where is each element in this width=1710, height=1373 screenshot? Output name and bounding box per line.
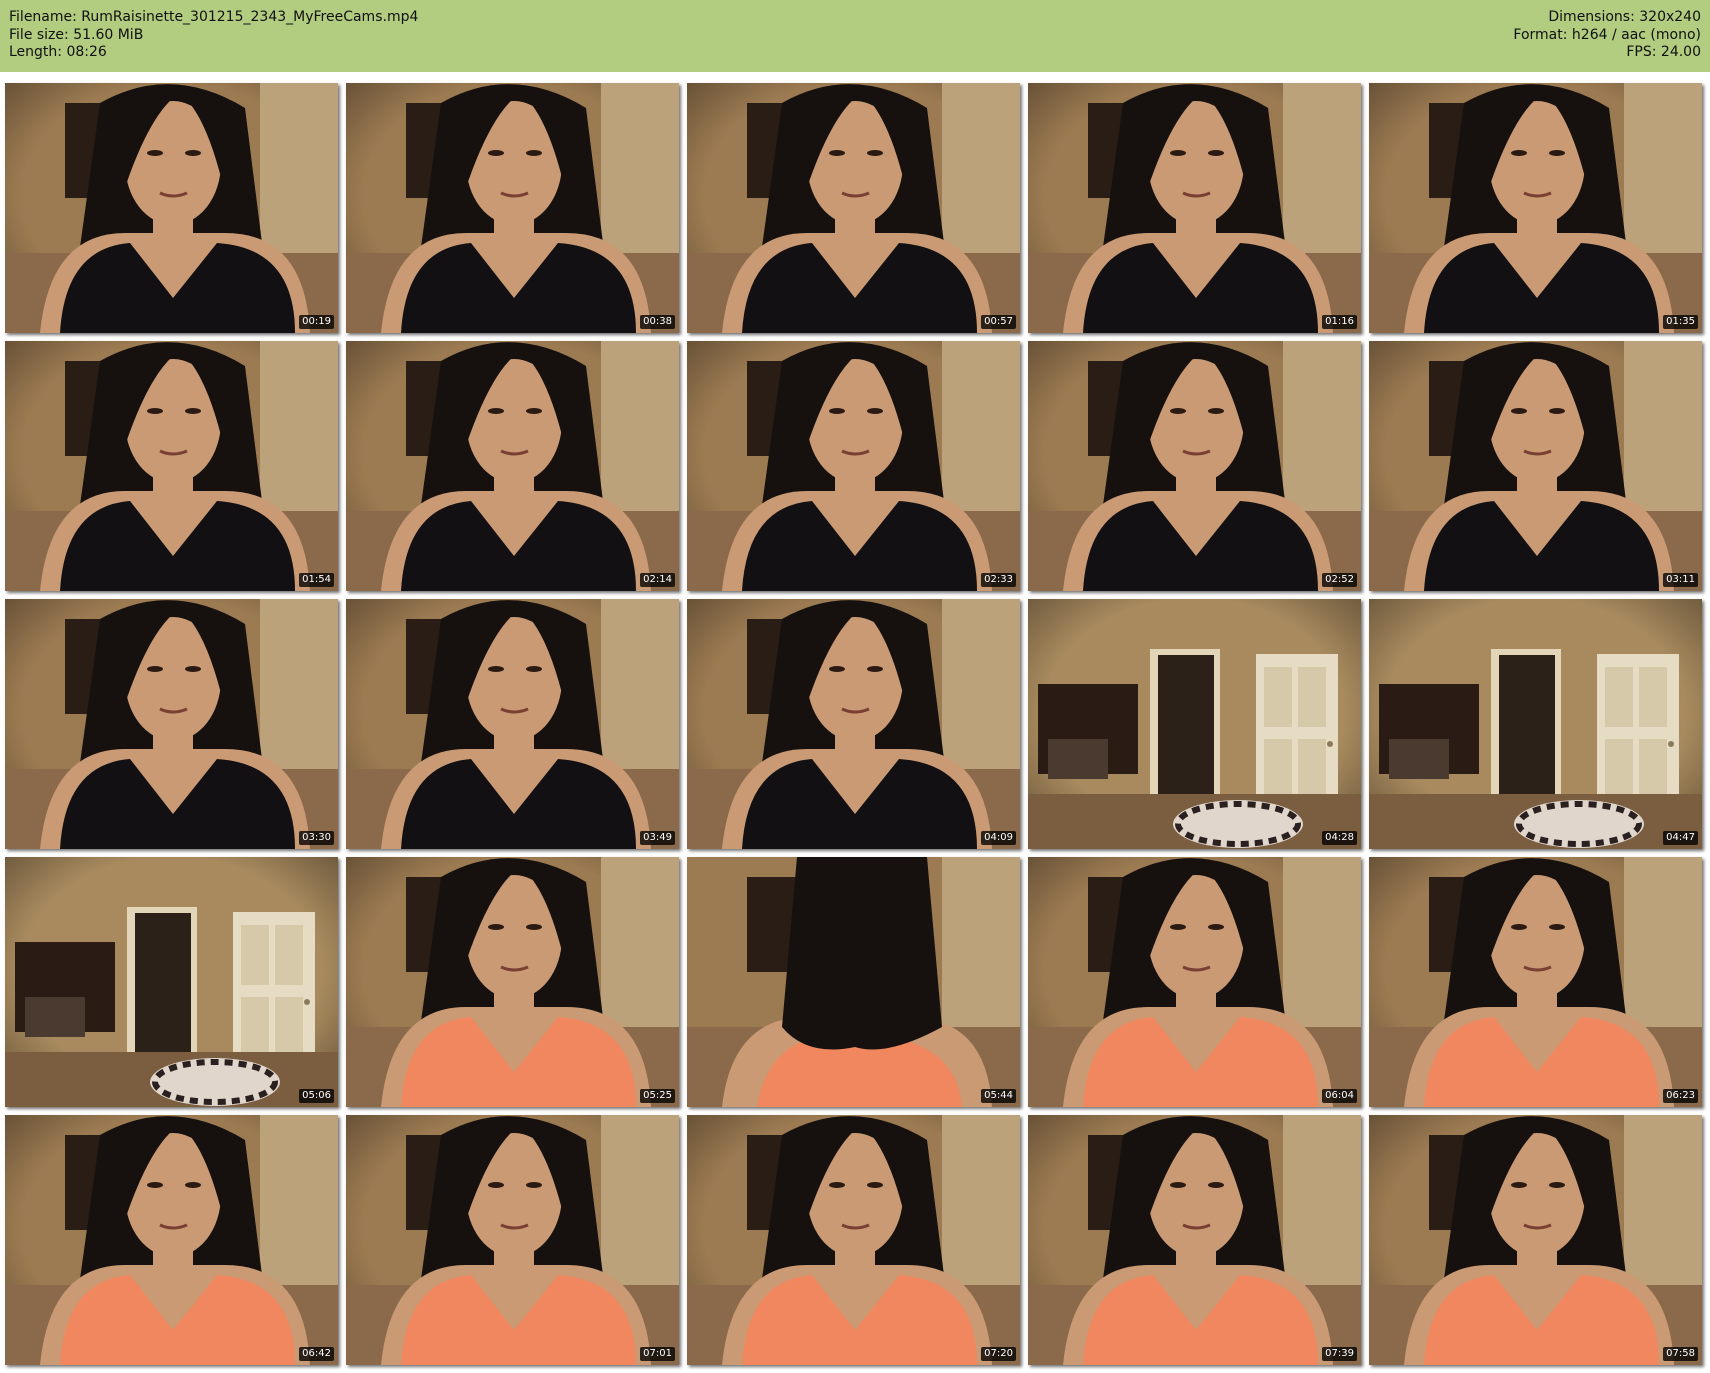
thumbnail-timestamp: 02:52 xyxy=(1322,573,1357,587)
thumbnail-image xyxy=(1028,599,1361,849)
thumbnail-image xyxy=(1369,83,1702,333)
thumbnail-image xyxy=(1028,341,1361,591)
filename-text: Filename: RumRaisinette_301215_2343_MyFr… xyxy=(9,9,419,25)
thumbnail-image xyxy=(346,341,679,591)
thumbnail-image xyxy=(687,83,1020,333)
thumbnail-image xyxy=(1369,1115,1702,1365)
thumbnail-timestamp: 05:25 xyxy=(640,1089,675,1103)
thumbnail-image xyxy=(687,341,1020,591)
info-header: Filename: RumRaisinette_301215_2343_MyFr… xyxy=(0,0,1710,72)
thumbnail-timestamp: 07:20 xyxy=(981,1347,1016,1361)
video-thumbnail: 07:58 xyxy=(1369,1115,1702,1365)
video-thumbnail: 07:39 xyxy=(1028,1115,1361,1365)
thumbnail-timestamp: 00:19 xyxy=(299,315,334,329)
thumbnail-timestamp: 03:49 xyxy=(640,831,675,845)
video-thumbnail: 05:44 xyxy=(687,857,1020,1107)
format-text: Format: h264 / aac (mono) xyxy=(1513,26,1701,43)
thumbnail-timestamp: 02:33 xyxy=(981,573,1016,587)
thumbnail-timestamp: 07:01 xyxy=(640,1347,675,1361)
thumbnail-timestamp: 00:57 xyxy=(981,315,1016,329)
video-thumbnail: 06:42 xyxy=(5,1115,338,1365)
filesize-text: File size: 51.60 MiB xyxy=(9,26,144,43)
thumbnail-timestamp: 00:38 xyxy=(640,315,675,329)
thumbnail-timestamp: 01:35 xyxy=(1663,315,1698,329)
thumbnail-timestamp: 04:28 xyxy=(1322,831,1357,845)
file-info-left: Filename: RumRaisinette_301215_2343_MyFr… xyxy=(9,9,418,62)
thumbnail-timestamp: 04:09 xyxy=(981,831,1016,845)
video-thumbnail: 04:47 xyxy=(1369,599,1702,849)
thumbnail-image xyxy=(687,857,1020,1107)
video-thumbnail: 04:28 xyxy=(1028,599,1361,849)
video-thumbnail: 04:09 xyxy=(687,599,1020,849)
video-thumbnail: 02:14 xyxy=(346,341,679,591)
thumbnail-image xyxy=(5,83,338,333)
video-thumbnail: 00:38 xyxy=(346,83,679,333)
thumbnail-image xyxy=(5,599,338,849)
video-thumbnail: 03:11 xyxy=(1369,341,1702,591)
video-thumbnail: 05:06 xyxy=(5,857,338,1107)
thumbnail-image xyxy=(346,83,679,333)
file-info-right: Dimensions: 320x240 Format: h264 / aac (… xyxy=(1513,9,1701,62)
thumbnail-image xyxy=(1028,1115,1361,1365)
thumbnail-timestamp: 06:23 xyxy=(1663,1089,1698,1103)
video-thumbnail: 03:49 xyxy=(346,599,679,849)
video-thumbnail: 00:19 xyxy=(5,83,338,333)
thumbnail-image xyxy=(5,857,338,1107)
thumbnail-timestamp: 07:39 xyxy=(1322,1347,1357,1361)
thumbnail-timestamp: 05:06 xyxy=(299,1089,334,1103)
video-thumbnail: 01:16 xyxy=(1028,83,1361,333)
thumbnail-image xyxy=(5,341,338,591)
video-thumbnail: 02:33 xyxy=(687,341,1020,591)
thumbnail-image xyxy=(346,599,679,849)
dimensions-text: Dimensions: 320x240 xyxy=(1548,9,1701,25)
video-thumbnail: 01:54 xyxy=(5,341,338,591)
thumbnail-image xyxy=(1369,599,1702,849)
thumbnail-image xyxy=(1028,83,1361,333)
thumbnail-timestamp: 03:11 xyxy=(1663,573,1698,587)
thumbnail-timestamp: 01:16 xyxy=(1322,315,1357,329)
thumbnail-timestamp: 02:14 xyxy=(640,573,675,587)
video-thumbnail: 02:52 xyxy=(1028,341,1361,591)
thumbnail-image xyxy=(5,1115,338,1365)
thumbnail-image xyxy=(687,1115,1020,1365)
video-thumbnail: 06:04 xyxy=(1028,857,1361,1107)
thumbnail-image xyxy=(1369,857,1702,1107)
thumbnail-timestamp: 06:42 xyxy=(299,1347,334,1361)
thumbnail-image xyxy=(1369,341,1702,591)
thumbnail-image xyxy=(1028,857,1361,1107)
thumbnail-timestamp: 07:58 xyxy=(1663,1347,1698,1361)
video-thumbnail: 07:20 xyxy=(687,1115,1020,1365)
thumbnail-image xyxy=(346,857,679,1107)
video-thumbnail: 05:25 xyxy=(346,857,679,1107)
thumbnail-timestamp: 05:44 xyxy=(981,1089,1016,1103)
thumbnail-image xyxy=(687,599,1020,849)
length-text: Length: 08:26 xyxy=(9,44,107,60)
thumbnail-timestamp: 06:04 xyxy=(1322,1089,1357,1103)
video-thumbnail: 01:35 xyxy=(1369,83,1702,333)
video-thumbnail: 03:30 xyxy=(5,599,338,849)
fps-text: FPS: 24.00 xyxy=(1626,44,1701,60)
thumbnail-timestamp: 04:47 xyxy=(1663,831,1698,845)
thumbnail-timestamp: 03:30 xyxy=(299,831,334,845)
thumbnail-timestamp: 01:54 xyxy=(299,573,334,587)
thumbnail-image xyxy=(346,1115,679,1365)
video-thumbnail: 00:57 xyxy=(687,83,1020,333)
video-thumbnail: 06:23 xyxy=(1369,857,1702,1107)
video-thumbnail: 07:01 xyxy=(346,1115,679,1365)
